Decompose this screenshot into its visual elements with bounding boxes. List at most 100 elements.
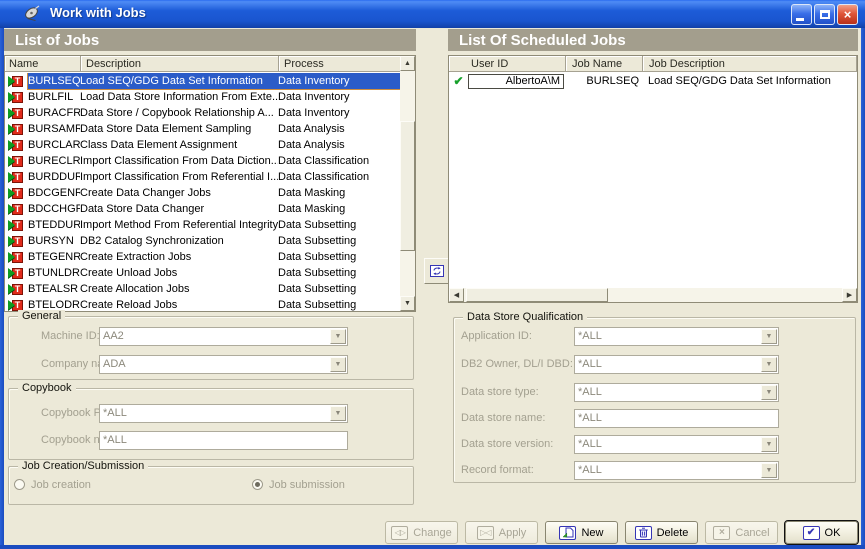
chevron-down-icon[interactable]: ▼ <box>330 357 346 372</box>
scroll-down-icon[interactable]: ▼ <box>400 296 415 311</box>
scroll-left-icon[interactable]: ◀ <box>449 288 464 302</box>
table-row[interactable]: TBTUNLDRCreate Unload JobsData Subsettin… <box>5 265 400 281</box>
chevron-down-icon[interactable]: ▼ <box>761 385 777 400</box>
column-header-job-description[interactable]: Job Description <box>643 56 857 71</box>
new-button[interactable]: New <box>545 521 618 544</box>
maximize-button[interactable] <box>814 4 835 25</box>
job-submission-label: Job submission <box>269 479 345 491</box>
job-process-cell: Data Subsetting <box>278 283 400 295</box>
minimize-icon <box>796 18 804 21</box>
chevron-down-icon[interactable]: ▼ <box>330 329 346 344</box>
change-button-label: Change <box>413 527 452 539</box>
db2-owner-combo[interactable]: *ALL ▼ <box>574 355 779 374</box>
job-process-cell: Data Inventory <box>278 75 400 87</box>
window-border-bottom <box>0 545 865 549</box>
chevron-down-icon[interactable]: ▼ <box>761 357 777 372</box>
table-row[interactable]: TBDCCHGRData Store Data ChangerData Mask… <box>5 201 400 217</box>
data-store-version-label: Data store version: <box>461 438 553 450</box>
data-store-name-label: Data store name: <box>461 412 545 424</box>
job-process-cell: Data Inventory <box>278 91 400 103</box>
column-header-process[interactable]: Process <box>279 56 415 71</box>
column-header-user-id[interactable]: User ID <box>449 56 566 71</box>
window-title: Work with Jobs <box>50 5 146 20</box>
input-value: *ALL <box>575 410 778 424</box>
scrollbar-thumb[interactable] <box>466 288 608 302</box>
column-header-name[interactable]: Name <box>5 56 81 71</box>
chevron-down-icon[interactable]: ▼ <box>761 437 777 452</box>
job-description-cell: Create Unload Jobs <box>80 267 278 279</box>
chevron-down-icon[interactable]: ▼ <box>761 463 777 478</box>
table-row[interactable]: TBURECLRImport Classification From Data … <box>5 153 400 169</box>
application-id-combo[interactable]: *ALL ▼ <box>574 327 779 346</box>
table-row[interactable]: TBURDDURImport Classification From Refer… <box>5 169 400 185</box>
job-process-cell: Data Subsetting <box>278 299 400 311</box>
column-header-description[interactable]: Description <box>81 56 279 71</box>
row-highlight: BDCGENRCreate Data Changer JobsData Mask… <box>28 185 400 201</box>
change-icon: ◁▷ <box>391 526 408 540</box>
new-icon <box>559 526 576 540</box>
titlebar[interactable]: Work with Jobs × <box>0 0 865 28</box>
delete-icon <box>635 526 652 540</box>
job-description-cell: Create Allocation Jobs <box>80 283 278 295</box>
left-panel-title: List of Jobs <box>15 32 99 49</box>
minimize-button[interactable] <box>791 4 812 25</box>
chevron-down-icon[interactable]: ▼ <box>761 329 777 344</box>
table-row[interactable]: TBURLSEQLoad SEQ/GDG Data Set Informatio… <box>5 73 400 89</box>
job-creation-radio[interactable] <box>14 479 25 490</box>
job-process-cell: Data Masking <box>278 187 400 199</box>
job-name-cell: BURECLR <box>28 155 80 167</box>
copybook-name-input[interactable]: *ALL <box>99 431 348 450</box>
run-job-icon <box>8 252 15 262</box>
scheduled-horizontal-scrollbar[interactable]: ◀ ▶ <box>449 288 857 302</box>
record-format-combo[interactable]: *ALL ▼ <box>574 461 779 480</box>
table-row[interactable]: TBTEALSRCreate Allocation JobsData Subse… <box>5 281 400 297</box>
job-process-cell: Data Classification <box>278 155 400 167</box>
data-store-version-combo[interactable]: *ALL ▼ <box>574 435 779 454</box>
table-row[interactable]: TBTEGENRCreate Extraction JobsData Subse… <box>5 249 400 265</box>
table-row[interactable]: TBURCLARClass Data Element AssignmentDat… <box>5 137 400 153</box>
jobs-table: Name Description Process TBURLSEQLoad SE… <box>4 55 416 312</box>
row-highlight: BTELODRCreate Reload JobsData Subsetting <box>28 297 400 311</box>
job-description-cell: Import Method From Referential Integrity <box>80 219 278 231</box>
window-border-left <box>0 28 4 545</box>
scrollbar-thumb[interactable] <box>400 121 415 251</box>
scroll-up-icon[interactable]: ▲ <box>400 56 415 71</box>
run-job-icon <box>8 236 15 246</box>
company-name-combo[interactable]: ADA ▼ <box>99 355 348 374</box>
table-row[interactable]: ✔AlbertoA\MBURLSEQLoad SEQ/GDG Data Set … <box>449 73 857 89</box>
run-job-icon <box>8 108 15 118</box>
run-job-icon <box>8 204 15 214</box>
check-icon: ✔ <box>449 74 468 88</box>
transfer-job-button[interactable] <box>424 258 450 284</box>
table-row[interactable]: TBTEDDURImport Method From Referential I… <box>5 217 400 233</box>
run-job-icon <box>8 300 15 310</box>
job-submission-radio[interactable] <box>252 479 263 490</box>
delete-button[interactable]: Delete <box>625 521 698 544</box>
copybook-pds-combo[interactable]: *ALL ▼ <box>99 404 348 423</box>
input-value: *ALL <box>100 432 347 446</box>
jobs-table-body: TBURLSEQLoad SEQ/GDG Data Set Informatio… <box>5 73 400 311</box>
table-row[interactable]: TBDCGENRCreate Data Changer JobsData Mas… <box>5 185 400 201</box>
data-store-type-label: Data store type: <box>461 386 539 398</box>
run-job-icon <box>8 268 15 278</box>
table-row[interactable]: TBTELODRCreate Reload JobsData Subsettin… <box>5 297 400 311</box>
record-format-label: Record format: <box>461 464 534 476</box>
data-store-type-combo[interactable]: *ALL ▼ <box>574 383 779 402</box>
table-row[interactable]: TBURSYNDB2 Catalog SynchronizationData S… <box>5 233 400 249</box>
scheduled-jobs-table: User ID Job Name Job Description ✔Albert… <box>448 55 858 303</box>
user-id-cell: AlbertoA\M <box>468 74 564 89</box>
table-row[interactable]: TBURLFILLoad Data Store Information From… <box>5 89 400 105</box>
ok-button[interactable]: ✔ OK <box>785 521 858 544</box>
close-button[interactable]: × <box>837 4 858 25</box>
left-panel-header: List of Jobs <box>4 29 416 51</box>
machine-id-combo[interactable]: AA2 ▼ <box>99 327 348 346</box>
jobs-vertical-scrollbar[interactable]: ▲ ▼ <box>400 56 415 311</box>
chevron-down-icon[interactable]: ▼ <box>330 406 346 421</box>
job-description-cell: Create Reload Jobs <box>80 299 278 311</box>
table-row[interactable]: TBURACFRData Store / Copybook Relationsh… <box>5 105 400 121</box>
table-row[interactable]: TBURSAMRData Store Data Element Sampling… <box>5 121 400 137</box>
job-description-cell: Create Extraction Jobs <box>80 251 278 263</box>
scroll-right-icon[interactable]: ▶ <box>842 288 857 302</box>
data-store-name-input[interactable]: *ALL <box>574 409 779 428</box>
column-header-job-name[interactable]: Job Name <box>566 56 643 71</box>
